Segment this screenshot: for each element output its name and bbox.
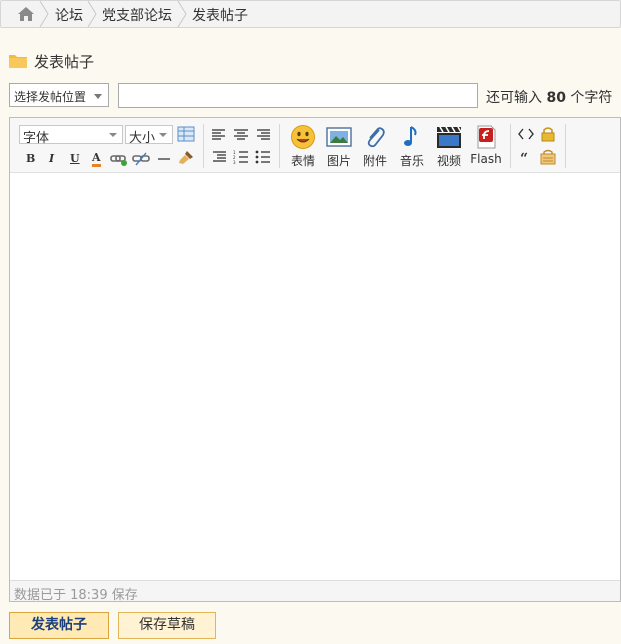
home-icon[interactable] [16, 5, 36, 23]
char-limit-count: 80 [546, 90, 566, 106]
char-limit-hint: 还可输入 80 个字符 [486, 87, 612, 107]
autosave-status: 数据已于 18:39 保存 [14, 588, 138, 603]
align-right-icon[interactable] [254, 127, 272, 143]
flash-icon [473, 124, 499, 150]
image-button-label: 图片 [326, 154, 351, 168]
unordered-list-icon[interactable] [254, 149, 272, 165]
quote-icon[interactable]: “ [517, 149, 535, 165]
video-button[interactable]: 视频 [431, 124, 467, 170]
lock-icon[interactable] [539, 126, 557, 142]
toolbar-divider [510, 124, 511, 168]
code-icon[interactable] [517, 126, 535, 142]
flash-button[interactable]: Flash [468, 124, 504, 170]
unlink-icon[interactable] [132, 151, 150, 167]
table-icon[interactable] [177, 126, 195, 142]
breadcrumb-separator-icon [39, 1, 49, 27]
smiley-icon [290, 124, 316, 150]
indent-icon[interactable] [210, 149, 228, 165]
font-family-select[interactable]: 字体 [19, 125, 123, 146]
flash-button-label: Flash [470, 152, 502, 166]
music-note-icon [399, 124, 425, 150]
align-center-icon[interactable] [232, 127, 250, 143]
insert-link-icon[interactable] [110, 151, 128, 167]
format-brush-icon[interactable] [177, 149, 195, 165]
horizontal-rule-icon[interactable] [155, 151, 173, 167]
submit-post-button[interactable]: 发表帖子 [9, 612, 109, 639]
breadcrumb-item-party-branch-forum[interactable]: 党支部论坛 [102, 5, 172, 25]
page-title-text: 发表帖子 [34, 53, 95, 71]
breadcrumb-item-forum[interactable]: 论坛 [55, 5, 83, 25]
editor-status-bar: 数据已于 18:39 保存 [10, 580, 620, 603]
video-button-label: 视频 [436, 154, 461, 168]
toolbar-divider [565, 124, 566, 168]
subject-input[interactable] [118, 83, 478, 108]
paperclip-icon [362, 124, 388, 150]
editor-toolbar: 字体 大小 B I U A 1 2 3 表情 图片 附件 音乐 视频 Flash… [10, 118, 620, 173]
breadcrumb-item-new-post: 发表帖子 [192, 8, 248, 24]
italic-button[interactable]: I [49, 152, 54, 165]
toolbar-divider [203, 124, 204, 168]
breadcrumb-separator-icon [177, 1, 187, 27]
toolbar-divider [279, 124, 280, 168]
attachment-button[interactable]: 附件 [357, 124, 393, 170]
post-editor: 字体 大小 B I U A 1 2 3 表情 图片 附件 音乐 视频 Flash… [9, 117, 621, 603]
editor-content-area[interactable] [10, 173, 620, 581]
svg-text:“: “ [520, 151, 528, 165]
breadcrumb-separator-icon [87, 1, 97, 27]
emoticon-button[interactable]: 表情 [285, 124, 321, 170]
svg-text:3: 3 [233, 160, 236, 165]
font-size-select[interactable]: 大小 [125, 125, 173, 146]
breadcrumb: 论坛 党支部论坛 发表帖子 [0, 0, 621, 28]
clapperboard-icon [436, 124, 462, 150]
emoticon-button-label: 表情 [290, 154, 315, 168]
post-location-select-value: 选择发帖位置 [14, 90, 87, 104]
folder-icon [9, 53, 27, 68]
text-color-button[interactable]: A [92, 152, 101, 167]
image-button[interactable]: 图片 [321, 124, 357, 170]
char-limit-suffix: 个字符 [570, 90, 613, 106]
post-location-select[interactable]: 选择发帖位置 [9, 83, 109, 107]
free-content-icon[interactable] [539, 149, 557, 165]
chevron-down-icon [109, 133, 117, 137]
chevron-down-icon [94, 94, 102, 99]
chevron-down-icon [159, 133, 167, 137]
font-family-select-value: 字体 [23, 131, 50, 146]
font-size-select-value: 大小 [129, 131, 156, 146]
align-left-icon[interactable] [210, 127, 228, 143]
music-button[interactable]: 音乐 [394, 124, 430, 170]
music-button-label: 音乐 [399, 154, 424, 168]
bold-button[interactable]: B [26, 152, 35, 165]
char-limit-prefix: 还可输入 [486, 90, 542, 106]
underline-button[interactable]: U [70, 152, 80, 165]
ordered-list-icon[interactable]: 123 [232, 149, 250, 165]
attachment-button-label: 附件 [362, 154, 387, 168]
image-icon [326, 124, 352, 150]
save-draft-button[interactable]: 保存草稿 [118, 612, 216, 639]
